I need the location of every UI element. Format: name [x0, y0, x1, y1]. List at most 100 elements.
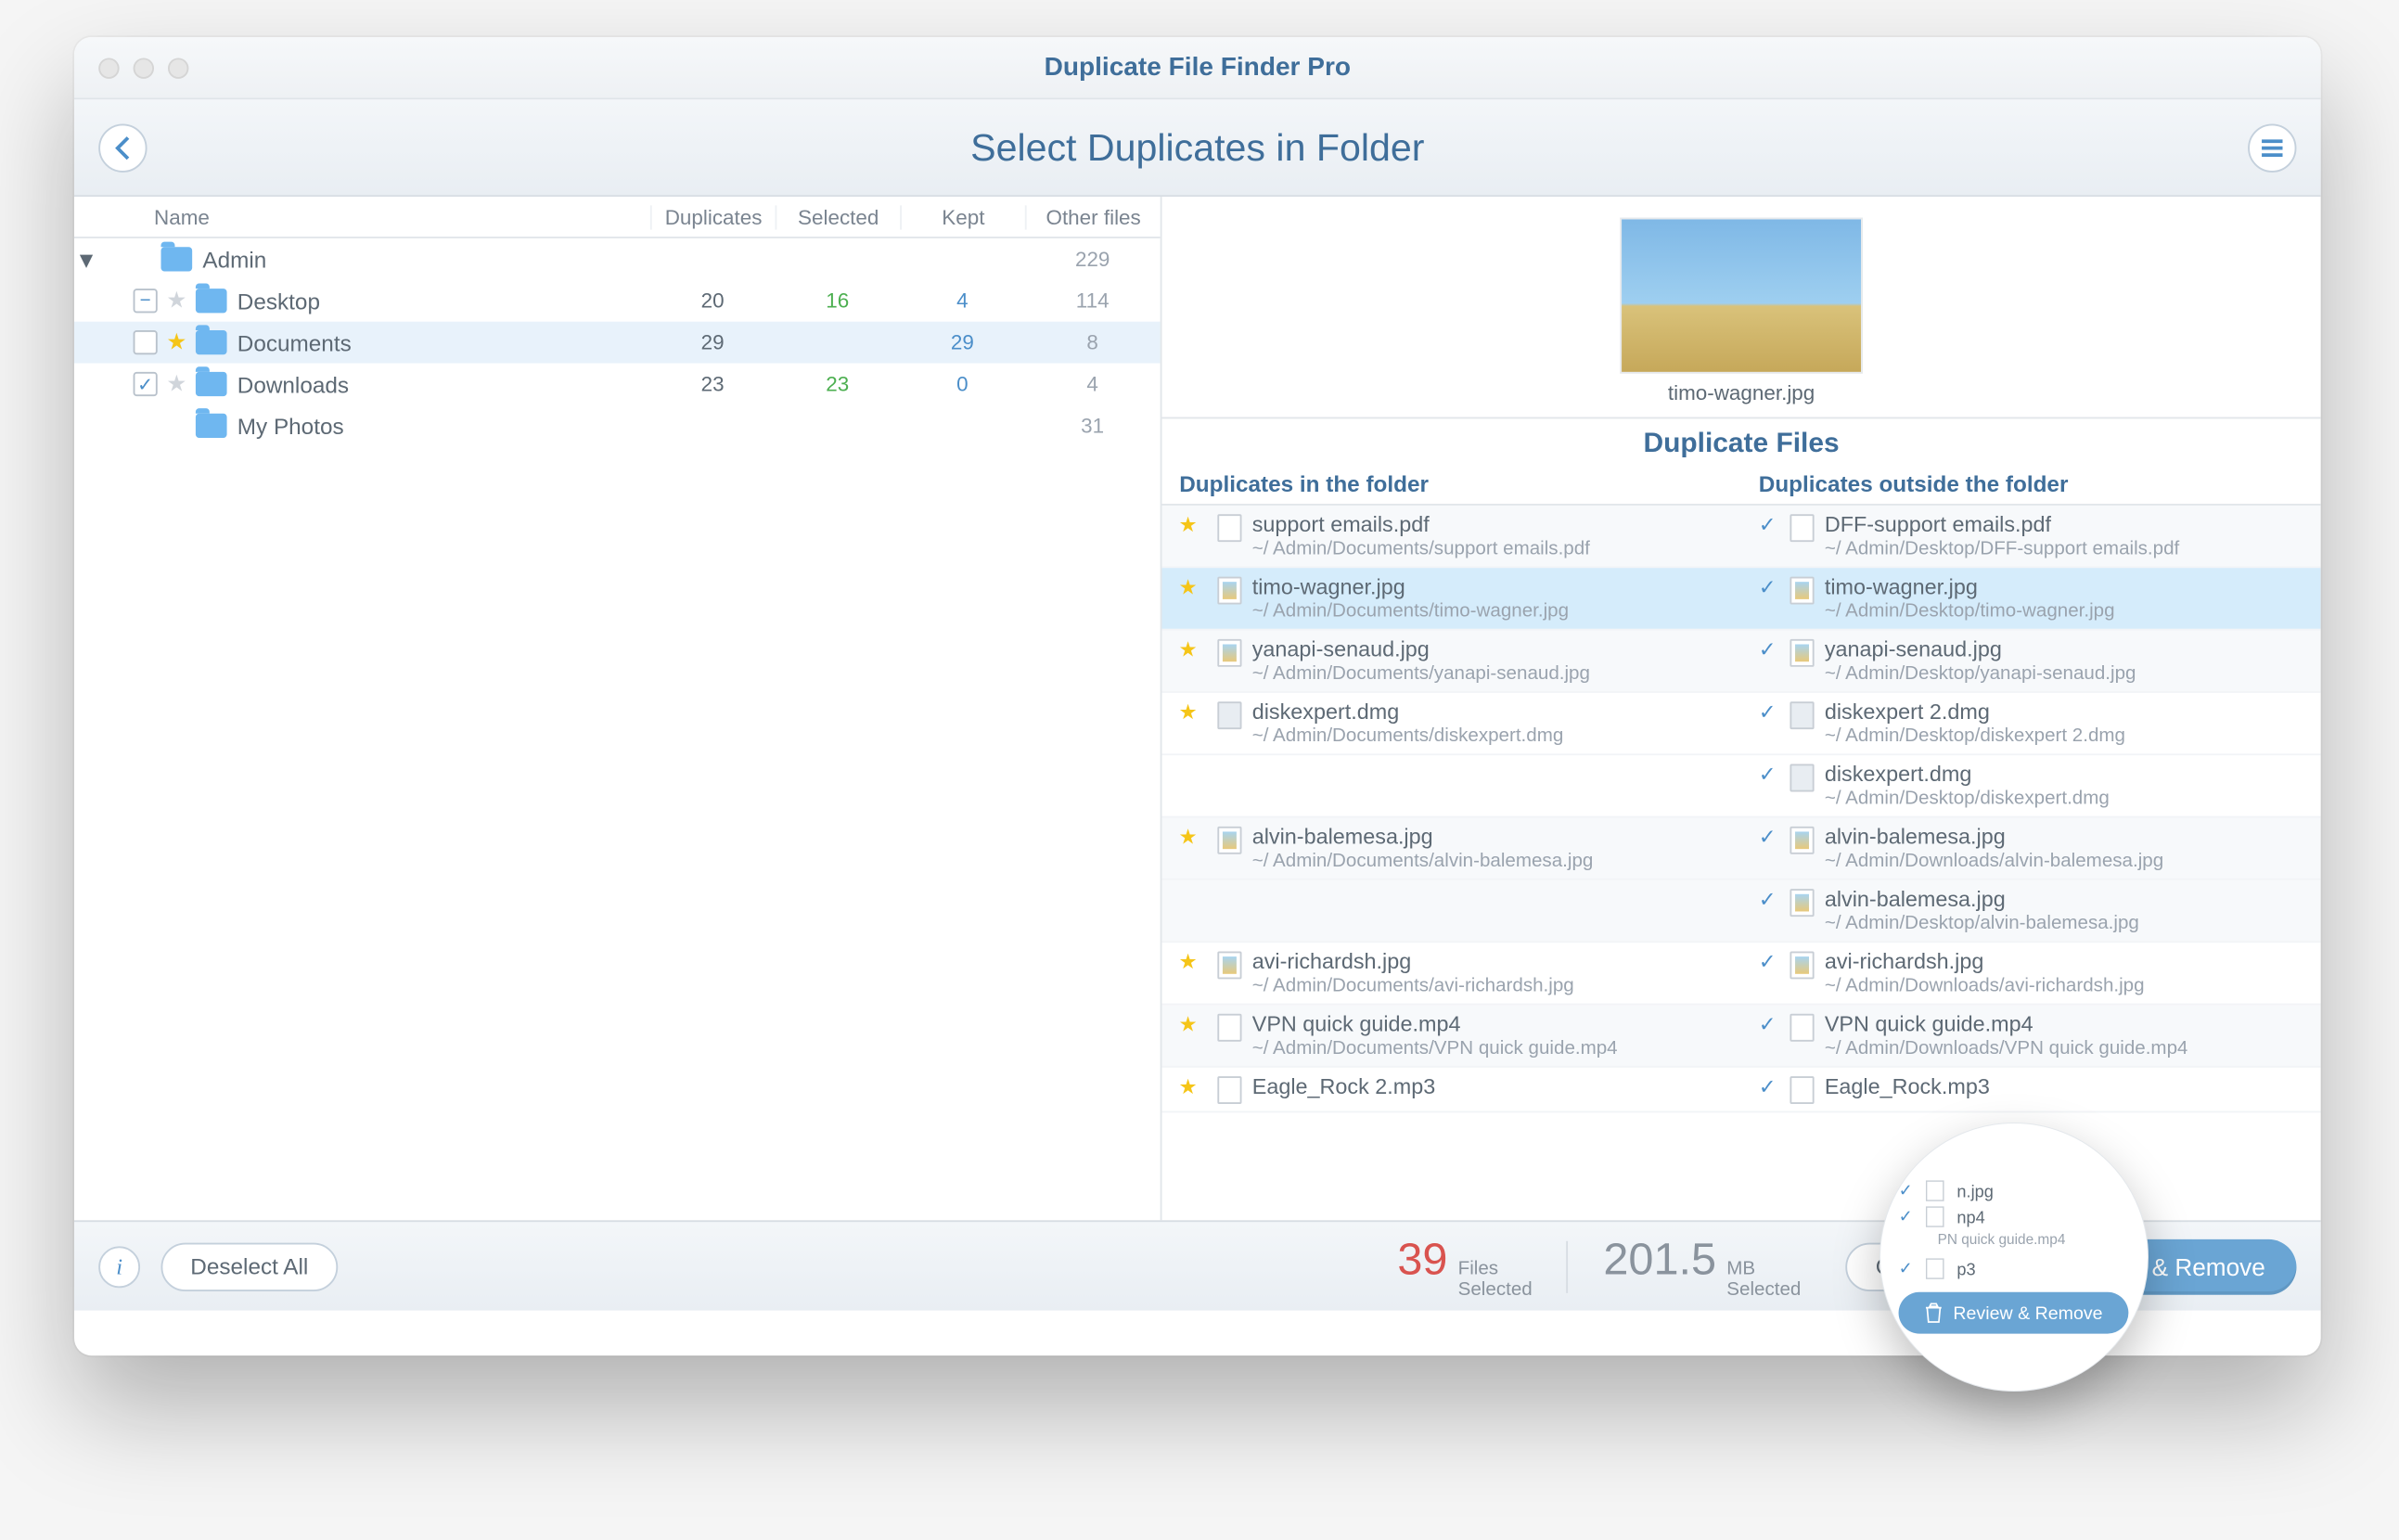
preview-filename: timo-wagner.jpg — [1668, 379, 1815, 404]
duplicate-file-cell[interactable]: ★ Eagle_Rock 2.mp3 — [1161, 1068, 1741, 1111]
star-icon[interactable]: ★ — [1175, 1012, 1200, 1036]
star-icon[interactable]: ★ — [1175, 1074, 1200, 1098]
duplicate-file-cell[interactable]: ★timo-wagner.jpg~/ Admin/Documents/timo-… — [1161, 568, 1741, 628]
cell-other: 31 — [1025, 414, 1161, 438]
duplicate-file-cell[interactable]: ✓avi-richardsh.jpg~/ Admin/Downloads/avi… — [1741, 943, 2321, 1003]
file-icon — [1790, 701, 1814, 729]
cancel-button[interactable]: Cancel — [1846, 1242, 1975, 1290]
duplicate-file-cell[interactable]: ★VPN quick guide.mp4~/ Admin/Documents/V… — [1161, 1005, 1741, 1065]
duplicate-file-cell[interactable]: ✓yanapi-senaud.jpg~/ Admin/Desktop/yanap… — [1741, 631, 2321, 691]
file-path: ~/ Admin/Documents/support emails.pdf — [1252, 538, 1590, 558]
duplicate-file-cell[interactable]: ★ yanapi-senaud.jpg~/ Admin/Documents/yan… — [1161, 631, 1741, 691]
duplicate-file-list[interactable]: ★support emails.pdf~/ Admin/Documents/su… — [1161, 506, 2320, 1220]
file-name: yanapi-senaud.jpg — [1825, 637, 2136, 661]
app-title: Duplicate File Finder Pro — [74, 53, 2321, 83]
check-icon[interactable]: ✓ — [1755, 1074, 1779, 1098]
duplicate-row[interactable]: ✓alvin-balemesa.jpg~/ Admin/Desktop/alvi… — [1161, 880, 2320, 943]
duplicate-row[interactable]: ★VPN quick guide.mp4~/ Admin/Documents/V… — [1161, 1005, 2320, 1067]
duplicate-file-cell[interactable]: ✓diskexpert 2.dmg~/ Admin/Desktop/diskex… — [1741, 693, 2321, 753]
duplicate-row[interactable]: ★support emails.pdf~/ Admin/Documents/su… — [1161, 506, 2320, 568]
check-icon[interactable]: ✓ — [1755, 637, 1779, 661]
duplicate-file-cell[interactable]: ✓alvin-balemesa.jpg~/ Admin/Downloads/al… — [1741, 818, 2321, 879]
star-icon[interactable]: ★ — [164, 370, 188, 398]
check-icon[interactable]: ✓ — [1755, 950, 1779, 974]
star-icon[interactable]: ★ — [1175, 512, 1200, 536]
star-icon[interactable]: ★ — [164, 287, 188, 314]
file-path: ~/ Admin/Documents/yanapi-senaud.jpg — [1252, 663, 1590, 684]
duplicate-file-cell[interactable]: ★support emails.pdf~/ Admin/Documents/su… — [1161, 506, 1741, 566]
check-icon[interactable]: ✓ — [1755, 763, 1779, 787]
check-icon[interactable]: ✓ — [1755, 825, 1779, 849]
duplicate-row[interactable]: ✓diskexpert.dmg~/ Admin/Desktop/diskexpe… — [1161, 755, 2320, 817]
folder-row[interactable]: ★Downloads232304 — [74, 364, 1161, 405]
file-path: ~/ Admin/Desktop/diskexpert.dmg — [1825, 789, 2110, 809]
size-selected-stat: 201.5 MB Selected — [1603, 1232, 1801, 1300]
folder-row[interactable]: ★Documents29298 — [74, 322, 1161, 364]
duplicate-row[interactable]: ★alvin-balemesa.jpg~/ Admin/Documents/al… — [1161, 818, 2320, 880]
duplicate-row[interactable]: ★avi-richardsh.jpg~/ Admin/Documents/avi… — [1161, 943, 2320, 1005]
back-button[interactable] — [98, 123, 147, 172]
check-icon[interactable]: ✓ — [1755, 512, 1779, 536]
file-icon — [1217, 1014, 1241, 1042]
info-button[interactable]: i — [98, 1245, 140, 1287]
menu-button[interactable] — [2248, 123, 2296, 172]
duplicate-file-cell[interactable]: ✓alvin-balemesa.jpg~/ Admin/Desktop/alvi… — [1741, 880, 2321, 941]
star-icon[interactable]: ★ — [1175, 637, 1200, 661]
star-icon[interactable]: ★ — [1175, 950, 1200, 974]
file-name: alvin-balemesa.jpg — [1252, 825, 1594, 849]
file-name: yanapi-senaud.jpg — [1252, 637, 1590, 661]
duplicate-row[interactable]: ★timo-wagner.jpg~/ Admin/Documents/timo-… — [1161, 568, 2320, 630]
duplicate-file-cell[interactable]: ✓diskexpert.dmg~/ Admin/Desktop/diskexpe… — [1741, 755, 2321, 815]
duplicate-row[interactable]: ★ Eagle_Rock 2.mp3 ✓ Eagle_Rock.mp3 — [1161, 1068, 2320, 1113]
folder-row[interactable]: ★Desktop20164114 — [74, 280, 1161, 322]
duplicate-file-cell[interactable]: ✓timo-wagner.jpg~/ Admin/Desktop/timo-wa… — [1741, 568, 2321, 628]
file-icon — [1790, 1076, 1814, 1104]
col-selected[interactable]: Selected — [775, 204, 900, 228]
cell-selected: 16 — [775, 289, 900, 313]
col-kept[interactable]: Kept — [900, 204, 1025, 228]
duplicate-file-cell[interactable]: ✓ Eagle_Rock.mp3 — [1741, 1068, 2321, 1111]
check-icon[interactable]: ✓ — [1755, 699, 1779, 724]
file-name: diskexpert 2.dmg — [1825, 699, 2125, 724]
duplicate-file-cell[interactable]: ✓VPN quick guide.mp4~/ Admin/Downloads/V… — [1741, 1005, 2321, 1065]
col-other[interactable]: Other files — [1025, 204, 1161, 228]
review-remove-button[interactable]: Review & Remove — [1996, 1238, 2297, 1294]
size-value: 201.5 — [1603, 1232, 1716, 1286]
file-path: ~/ Admin/Documents/VPN quick guide.mp4 — [1252, 1038, 1618, 1059]
review-remove-label: Review & Remove — [2065, 1252, 2264, 1280]
folder-name: My Photos — [237, 413, 650, 439]
check-icon[interactable]: ✓ — [1755, 887, 1779, 911]
select-checkbox[interactable] — [134, 372, 158, 396]
star-icon[interactable]: ★ — [164, 328, 188, 356]
star-icon[interactable]: ★ — [1175, 825, 1200, 849]
col-duplicates[interactable]: Duplicates — [650, 204, 776, 228]
check-icon[interactable]: ✓ — [1755, 575, 1779, 599]
select-checkbox[interactable] — [134, 289, 158, 313]
file-icon — [1217, 639, 1241, 667]
duplicate-file-cell[interactable]: ★diskexpert.dmg~/ Admin/Documents/diskex… — [1161, 693, 1741, 753]
cell-other: 4 — [1025, 372, 1161, 396]
folder-name: Admin — [202, 246, 649, 272]
duplicate-file-cell[interactable]: ✓DFF-support emails.pdf~/ Admin/Desktop/… — [1741, 506, 2321, 566]
check-icon[interactable]: ✓ — [1755, 1012, 1779, 1036]
duplicate-row[interactable]: ★yanapi-senaud.jpg~/ Admin/Documents/yan… — [1161, 631, 2320, 693]
star-icon[interactable]: ★ — [1175, 575, 1200, 599]
tree-body[interactable]: ▼Admin229★Desktop20164114★Documents29298… — [74, 238, 1161, 1220]
deselect-all-button[interactable]: Deselect All — [161, 1242, 339, 1290]
duplicate-file-cell[interactable]: ★alvin-balemesa.jpg~/ Admin/Documents/al… — [1161, 818, 1741, 879]
duplicate-file-cell[interactable]: ★avi-richardsh.jpg~/ Admin/Documents/avi… — [1161, 943, 1741, 1003]
folder-row[interactable]: My Photos 31 — [74, 404, 1161, 446]
col-name[interactable]: Name — [74, 204, 650, 228]
duplicate-row[interactable]: ★diskexpert.dmg~/ Admin/Documents/diskex… — [1161, 693, 2320, 755]
file-name: Eagle_Rock 2.mp3 — [1252, 1074, 1436, 1098]
file-path: ~/ Admin/Downloads/alvin-balemesa.jpg — [1825, 851, 2163, 871]
files-count: 39 — [1397, 1232, 1447, 1286]
star-icon[interactable]: ★ — [1175, 699, 1200, 724]
footer-bar: i Deselect All 39 Files Selected 201.5 M… — [74, 1220, 2321, 1310]
file-icon — [1217, 701, 1241, 729]
folder-name: Desktop — [237, 288, 650, 314]
folder-row[interactable]: ▼Admin229 — [74, 238, 1161, 280]
file-name: Eagle_Rock.mp3 — [1825, 1074, 1990, 1098]
file-icon — [1790, 1014, 1814, 1042]
select-checkbox[interactable] — [134, 330, 158, 354]
